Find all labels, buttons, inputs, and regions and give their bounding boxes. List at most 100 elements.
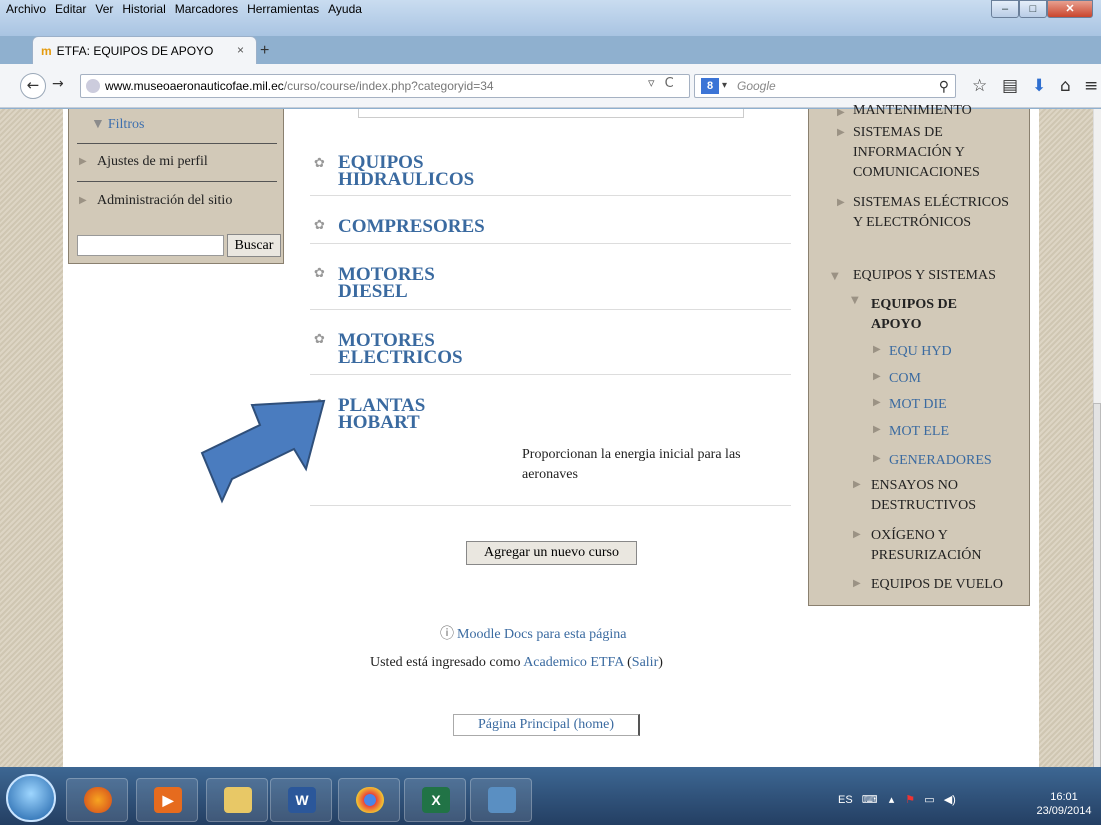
network-icon[interactable]: ▭	[924, 794, 934, 806]
menu-historial[interactable]: Historial	[122, 2, 165, 16]
folder-icon	[224, 787, 252, 813]
expanded-triangle-icon: ▼	[831, 271, 839, 282]
nav-ensayos[interactable]: ENSAYOS NO DESTRUCTIVOS	[871, 476, 1021, 516]
taskbar-media[interactable]: ▶	[136, 778, 198, 822]
moodle-docs-link[interactable]: ⓘ Moodle Docs para esta página	[440, 623, 627, 643]
category-icon: ✿	[314, 266, 325, 281]
clock-time: 16:01	[1050, 791, 1078, 803]
url-path: /curso/course/index.php?categoryid=34	[283, 79, 494, 93]
taskbar-chrome[interactable]	[338, 778, 400, 822]
chrome-icon	[356, 787, 384, 813]
nav-sistemas-electricos[interactable]: SISTEMAS ELÉCTRICOS Y ELECTRÓNICOS	[853, 193, 1013, 233]
taskbar-firefox[interactable]	[66, 778, 128, 822]
moodle-docs-label: Moodle Docs para esta página	[457, 627, 627, 642]
nav-oxigeno[interactable]: OXÍGENO Y PRESURIZACIÓN	[871, 526, 1021, 566]
menu-archivo[interactable]: Archivo	[6, 2, 46, 16]
category-link[interactable]: MOTORES ELECTRICOS	[338, 331, 498, 367]
reload-icon[interactable]: C	[665, 76, 674, 91]
search-engine-dropdown-icon[interactable]: ▾	[722, 75, 727, 97]
download-icon[interactable]: ⬇	[1032, 76, 1046, 96]
minimize-icon[interactable]: –	[991, 0, 1019, 18]
collapsed-triangle-icon: ▶	[853, 479, 861, 490]
left-navigation-block: ▼ Filtros ▶ Ajustes de mi perfil ▶ Admini…	[68, 109, 284, 264]
filtros-link[interactable]: ▼ Filtros	[91, 117, 144, 133]
window-controls: – □ ✕	[991, 0, 1093, 18]
user-link[interactable]: Academico ETFA	[523, 655, 623, 670]
nav-sub-item[interactable]: MOT ELE	[889, 422, 949, 442]
nav-equipos-apoyo[interactable]: EQUIPOS DE APOYO	[871, 295, 1001, 335]
nav-mantenimiento[interactable]: MANTENIMIENTO	[853, 101, 972, 121]
nav-equipos-sistemas[interactable]: EQUIPOS Y SISTEMAS	[853, 266, 996, 286]
menu-icon[interactable]: ≡	[1084, 76, 1098, 96]
start-button-icon[interactable]	[6, 774, 56, 822]
browser-tab[interactable]: m ETFA: EQUIPOS DE APOYO ×	[32, 36, 257, 64]
forward-icon[interactable]: →	[52, 76, 64, 92]
category-link[interactable]: PLANTAS HOBART	[338, 396, 458, 432]
volume-icon[interactable]: ◀)	[944, 794, 956, 806]
home-icon[interactable]: ⌂	[1060, 76, 1071, 96]
category-row	[310, 152, 791, 196]
collapsed-triangle-icon: ▶	[79, 195, 87, 206]
nav-sub-item[interactable]: EQU HYD	[889, 342, 952, 362]
menu-editar[interactable]: Editar	[55, 2, 86, 16]
taskbar-excel[interactable]: X	[404, 778, 466, 822]
menu-bar: Archivo Editar Ver Historial Marcadores …	[0, 0, 371, 18]
category-link[interactable]: COMPRESORES	[338, 217, 538, 236]
ajustes-perfil-item[interactable]: Ajustes de mi perfil	[97, 154, 208, 170]
top-box	[358, 109, 744, 118]
maximize-icon[interactable]: □	[1019, 0, 1047, 18]
menu-ayuda[interactable]: Ayuda	[328, 2, 362, 16]
divider	[77, 143, 277, 144]
excel-icon: X	[422, 787, 450, 813]
annotation-arrow-icon	[200, 399, 326, 504]
dropdown-icon[interactable]: ▿	[648, 76, 655, 91]
nav-sub-item[interactable]: COM	[889, 369, 921, 389]
nav-sistemas-informacion[interactable]: SISTEMAS DE INFORMACIÓN Y COMUNICACIONES	[853, 123, 1023, 183]
category-item: ✿ COMPRESORES	[310, 196, 791, 244]
scrollbar-thumb[interactable]	[1093, 403, 1101, 773]
search-bar[interactable]: 8 ▾ Google ⚲	[694, 74, 956, 98]
home-page-link[interactable]: Página Principal (home)	[453, 714, 640, 736]
logout-link[interactable]: Salir	[632, 655, 658, 670]
nav-equipos-vuelo[interactable]: EQUIPOS DE VUELO	[871, 575, 1003, 595]
moodle-favicon-icon: m	[41, 43, 52, 58]
menu-herramientas[interactable]: Herramientas	[247, 2, 319, 16]
search-placeholder: Google	[737, 79, 776, 93]
search-input[interactable]	[77, 235, 224, 256]
new-tab-icon[interactable]: +	[260, 42, 269, 60]
menu-marcadores[interactable]: Marcadores	[175, 2, 238, 16]
action-center-icon[interactable]: ⚑	[905, 794, 915, 806]
info-icon: ⓘ	[440, 627, 454, 642]
system-clock[interactable]: 16:01 23/09/2014	[1031, 790, 1097, 818]
bookmark-star-icon[interactable]: ☆	[972, 76, 987, 96]
buscar-button[interactable]: Buscar	[227, 234, 281, 257]
menu-ver[interactable]: Ver	[95, 2, 113, 16]
nav-sub-item[interactable]: MOT DIE	[889, 395, 947, 415]
right-navigation-block: ▶ MANTENIMIENTO ▶ SISTEMAS DE INFORMACIÓ…	[808, 103, 1030, 606]
category-link[interactable]: MOTORES DIESEL	[338, 265, 458, 301]
show-hidden-icons-icon[interactable]: ▴	[889, 794, 895, 806]
collapsed-triangle-icon: ▶	[873, 453, 881, 464]
language-indicator[interactable]: ES	[838, 794, 853, 806]
taskbar-pictures[interactable]	[470, 778, 532, 822]
category-item: ✿ MOTORES DIESEL	[310, 244, 791, 310]
url-bar[interactable]: www.museoaeronauticofae.mil.ec/curso/cou…	[80, 74, 690, 98]
keyboard-icon[interactable]: ⌨	[862, 794, 878, 806]
add-course-button[interactable]: Agregar un nuevo curso	[466, 541, 637, 565]
nav-sub-item[interactable]: GENERADORES	[889, 451, 992, 471]
google-icon[interactable]: 8	[701, 78, 719, 94]
bookmarks-list-icon[interactable]: ▤	[1002, 76, 1018, 96]
collapsed-triangle-icon: ▶	[837, 107, 845, 118]
collapsed-triangle-icon: ▶	[837, 197, 845, 208]
administracion-sitio-item[interactable]: Administración del sitio	[97, 193, 232, 209]
close-window-icon[interactable]: ✕	[1047, 0, 1093, 18]
search-icon[interactable]: ⚲	[939, 75, 949, 97]
media-player-icon: ▶	[154, 787, 182, 813]
taskbar-explorer[interactable]	[206, 778, 268, 822]
tab-close-icon[interactable]: ×	[237, 43, 244, 57]
collapsed-triangle-icon: ▶	[837, 127, 845, 138]
collapsed-triangle-icon: ▶	[79, 156, 87, 167]
back-icon[interactable]: ←	[20, 73, 46, 99]
collapsed-triangle-icon: ▶	[873, 344, 881, 355]
taskbar-word[interactable]: W	[270, 778, 332, 822]
